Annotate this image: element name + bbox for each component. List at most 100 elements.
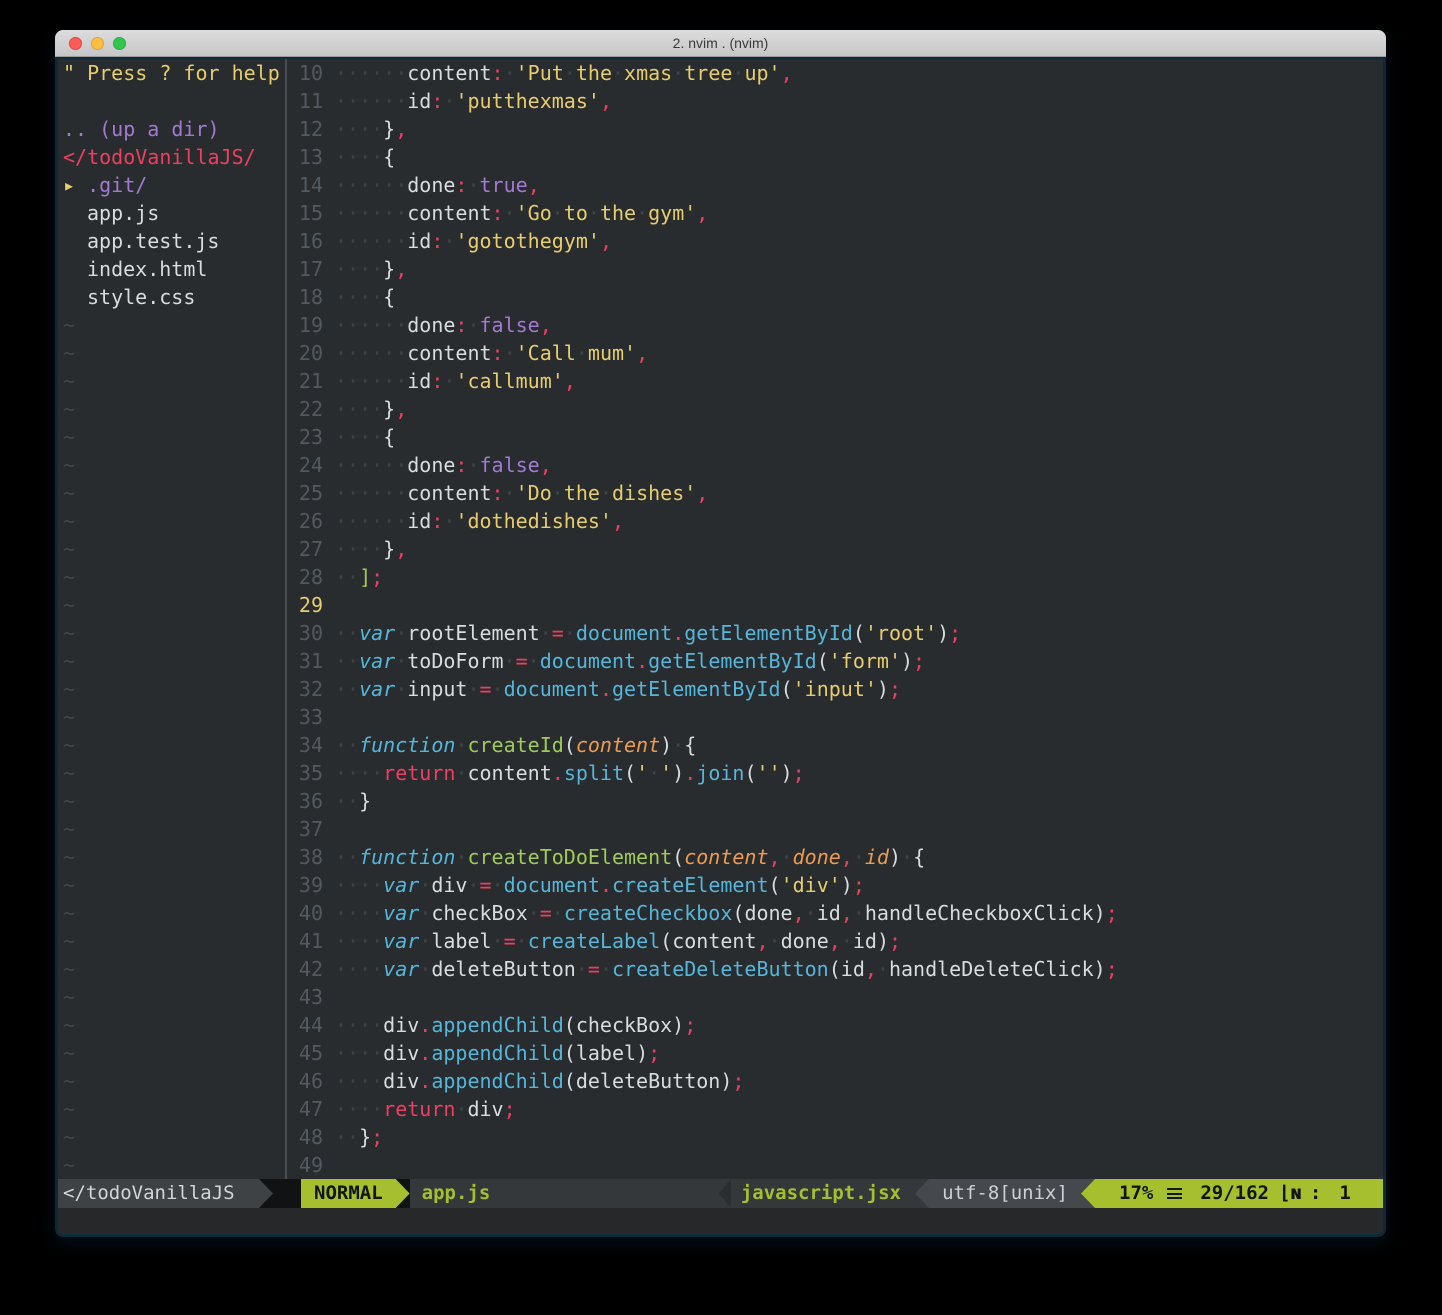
whitespace-dots: ······: [335, 509, 407, 533]
code-line[interactable]: 39····var·div·=·document.createElement('…: [287, 871, 1383, 899]
whitespace-dots: ·: [419, 957, 431, 981]
whitespace-dots: ·: [504, 481, 516, 505]
whitespace-dots: ····: [335, 117, 383, 141]
close-button[interactable]: [69, 37, 82, 50]
code-token: ;: [949, 621, 961, 645]
code-line[interactable]: 10······content:·'Put·the·xmas·tree·up',: [287, 59, 1383, 87]
code-token: 'dothedishes': [455, 509, 612, 533]
code-line[interactable]: 16······id:·'gotothegym',: [287, 227, 1383, 255]
col-separator: :: [1310, 1179, 1321, 1208]
code-token: div: [383, 1069, 419, 1093]
code-token: ): [889, 845, 901, 869]
code-line[interactable]: 44····div.appendChild(checkBox);: [287, 1011, 1383, 1039]
whitespace-dots: ·: [781, 845, 793, 869]
code-token: id: [407, 229, 431, 253]
code-token: ,: [841, 845, 853, 869]
code-line[interactable]: 21······id:·'callmum',: [287, 367, 1383, 395]
code-token: =: [480, 677, 492, 701]
code-line[interactable]: 30··var·rootElement·=·document.getElemen…: [287, 619, 1383, 647]
code-token: id: [841, 957, 865, 981]
whitespace-dots: ··: [335, 565, 359, 589]
code-line[interactable]: 14······done:·true,: [287, 171, 1383, 199]
tree-item-file[interactable]: style.css: [63, 283, 285, 311]
code-line[interactable]: 20······content:·'Call·mum',: [287, 339, 1383, 367]
code-token: getElementById: [612, 677, 781, 701]
minimize-button[interactable]: [91, 37, 104, 50]
empty-line-tilde: ~: [63, 759, 285, 787]
code-line[interactable]: 25······content:·'Do·the·dishes',: [287, 479, 1383, 507]
code-line[interactable]: 15······content:·'Go·to·the·gym',: [287, 199, 1383, 227]
code-token: (: [853, 621, 865, 645]
code-line[interactable]: 32··var·input·=·document.getElementById(…: [287, 675, 1383, 703]
code-line[interactable]: 26······id:·'dothedishes',: [287, 507, 1383, 535]
tree-item-directory[interactable]: ▸ .git/: [63, 171, 285, 199]
whitespace-dots: ····: [335, 145, 383, 169]
empty-line-tilde: ~: [63, 703, 285, 731]
code-line[interactable]: 24······done:·false,: [287, 451, 1383, 479]
code-line[interactable]: 12····},: [287, 115, 1383, 143]
code-line[interactable]: 49: [287, 1151, 1383, 1179]
zoom-button[interactable]: [113, 37, 126, 50]
code-token: ;: [853, 873, 865, 897]
code-token: {: [684, 733, 696, 757]
whitespace-dots: ·: [552, 901, 564, 925]
whitespace-dots: ·: [492, 873, 504, 897]
tree-item-file[interactable]: index.html: [63, 255, 285, 283]
code-token: :: [431, 509, 443, 533]
code-line[interactable]: 17····},: [287, 255, 1383, 283]
code-line[interactable]: 45····div.appendChild(label);: [287, 1039, 1383, 1067]
whitespace-dots: ·: [648, 761, 660, 785]
code-line[interactable]: 29: [287, 591, 1383, 619]
line-number: 28: [287, 563, 335, 591]
code-line[interactable]: 27····},: [287, 535, 1383, 563]
code-line[interactable]: 36··}: [287, 787, 1383, 815]
code-line[interactable]: 42····var·deleteButton·=·createDeleteBut…: [287, 955, 1383, 983]
code-line[interactable]: 11······id:·'putthexmas',: [287, 87, 1383, 115]
code-line[interactable]: 43: [287, 983, 1383, 1011]
whitespace-dots: ··: [335, 733, 359, 757]
whitespace-dots: ······: [335, 61, 407, 85]
empty-line-tilde: ~: [63, 535, 285, 563]
code-token: document: [576, 621, 672, 645]
titlebar[interactable]: 2. nvim . (nvim): [55, 30, 1386, 57]
code-line[interactable]: 41····var·label·=·createLabel(content,·d…: [287, 927, 1383, 955]
code-line[interactable]: 18····{: [287, 283, 1383, 311]
empty-line-tilde: ~: [63, 395, 285, 423]
empty-line-tilde: ~: [63, 983, 285, 1011]
code-token: =: [480, 873, 492, 897]
code-line[interactable]: 22····},: [287, 395, 1383, 423]
line-number: 10: [287, 59, 335, 87]
code-line[interactable]: 35····return·content.split('·').join('')…: [287, 759, 1383, 787]
code-line[interactable]: 28··];: [287, 563, 1383, 591]
code-line[interactable]: 48··};: [287, 1123, 1383, 1151]
disclosure-triangle-icon[interactable]: ▸: [63, 173, 87, 197]
code-line[interactable]: 38··function·createToDoElement(content,·…: [287, 843, 1383, 871]
tree-up-dir[interactable]: .. (up a dir): [63, 115, 285, 143]
code-token: ,: [540, 453, 552, 477]
editor-buffer[interactable]: 10······content:·'Put·the·xmas·tree·up',…: [287, 59, 1383, 1179]
code-line[interactable]: 13····{: [287, 143, 1383, 171]
code-line[interactable]: 40····var·checkBox·=·createCheckbox(done…: [287, 899, 1383, 927]
code-line[interactable]: 46····div.appendChild(deleteButton);: [287, 1067, 1383, 1095]
powerline-separator-icon: [259, 1179, 273, 1208]
code-line[interactable]: 19······done:·false,: [287, 311, 1383, 339]
code-text: ······content:·'Go·to·the·gym',: [335, 199, 1383, 227]
whitespace-dots: ·: [492, 677, 504, 701]
code-token: :: [431, 229, 443, 253]
code-line[interactable]: 23····{: [287, 423, 1383, 451]
command-line[interactable]: [58, 1208, 1383, 1234]
whitespace-dots: ·: [552, 201, 564, 225]
tree-item-file[interactable]: app.test.js: [63, 227, 285, 255]
code-line[interactable]: 34··function·createId(content)·{: [287, 731, 1383, 759]
line-number: 36: [287, 787, 335, 815]
code-token: toDoForm: [407, 649, 503, 673]
code-line[interactable]: 33: [287, 703, 1383, 731]
code-line[interactable]: 31··var·toDoForm·=·document.getElementBy…: [287, 647, 1383, 675]
whitespace-dots: ······: [335, 201, 407, 225]
whitespace-dots: ····: [335, 1097, 383, 1121]
tree-root[interactable]: </todoVanillaJS/: [63, 143, 285, 171]
whitespace-dots: ·: [455, 1097, 467, 1121]
code-line[interactable]: 47····return·div;: [287, 1095, 1383, 1123]
tree-item-file[interactable]: app.js: [63, 199, 285, 227]
code-line[interactable]: 37: [287, 815, 1383, 843]
